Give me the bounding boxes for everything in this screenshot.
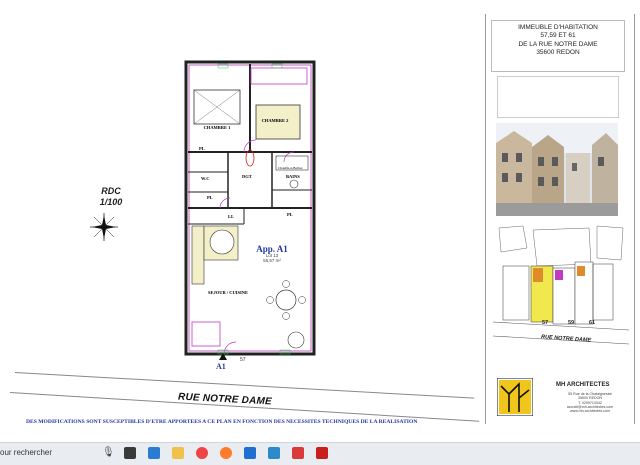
room-label-chauffe: Chauffe-à-Ballon: [278, 166, 303, 170]
room-label-ll: LL: [228, 214, 235, 219]
edge-icon[interactable]: [148, 447, 160, 459]
disclaimer-text: DES MODIFICATIONS SONT SUSCEPTIBLES D'ET…: [26, 419, 418, 425]
entrance-label: A1: [216, 362, 226, 371]
address-line: DE LA RUE NOTRE DAME: [518, 40, 598, 48]
room-label-chambre2: CHAMBRE 2: [261, 118, 289, 123]
address-line: IMMEUBLE D'HABITATION: [518, 24, 598, 31]
scale-label: 1/100: [99, 197, 123, 207]
firefox-icon[interactable]: [220, 447, 232, 459]
architect-address: 55 Rue de la Chataigneraie 35600 REDON T…: [560, 392, 620, 413]
architect-line: www.mh-architectes.com: [570, 409, 610, 414]
room-label-pl2: PL: [207, 195, 213, 200]
room-label-pl1: PL: [199, 146, 205, 151]
floor-plan: [184, 60, 316, 356]
file-explorer-icon[interactable]: [172, 447, 184, 459]
microphone-icon[interactable]: 🎙: [102, 447, 115, 458]
level-label: RDC 1/100: [88, 186, 134, 208]
app-icon[interactable]: [268, 447, 280, 459]
task-view-icon[interactable]: [124, 447, 136, 459]
room-label-bains: BAINS: [286, 174, 300, 179]
blank-box: [497, 76, 619, 118]
room-label-chambre1: CHAMBRE 1: [203, 125, 231, 130]
room-label-sejour: SEJOUR / CUISINE: [207, 290, 248, 295]
pdf-reader-icon[interactable]: [316, 447, 328, 459]
room-label-dgt: DGT: [242, 174, 252, 179]
chrome-icon[interactable]: [196, 447, 208, 459]
situation-number: 57: [542, 320, 549, 326]
room-label-pl3: PL: [287, 212, 293, 217]
apartment-tag: App. A1 Lot 13 55.57 m²: [255, 244, 289, 264]
plan-sheet: RDC 1/100 CHAMBRE 1 CHAMBRE 2 DGT BAINS …: [0, 0, 640, 442]
door-number: 57: [240, 357, 246, 363]
street-photo: [496, 123, 618, 216]
level-name: RDC: [101, 186, 121, 196]
apartment-area: 55.57 m²: [263, 258, 281, 263]
address-line: 57,59 ET 61: [540, 32, 576, 40]
address-box: IMMEUBLE D'HABITATION 57,59 ET 61 DE LA …: [491, 20, 625, 72]
apartment-name: App. A1: [256, 244, 288, 254]
situation-number: 59: [568, 320, 575, 326]
taskbar-search[interactable]: our rechercher: [0, 448, 52, 457]
room-label-wc: W.C: [201, 176, 210, 181]
entrance-arrow-icon: [219, 353, 227, 360]
architect-name: MH ARCHITECTES: [556, 382, 610, 388]
address-line: 35600 REDON: [536, 49, 580, 57]
app-icon[interactable]: [292, 447, 304, 459]
situation-number: 61: [589, 320, 596, 326]
mh-architectes-logo: [497, 378, 533, 416]
compass-rose-icon: [90, 213, 118, 241]
outlook-icon[interactable]: [244, 447, 256, 459]
